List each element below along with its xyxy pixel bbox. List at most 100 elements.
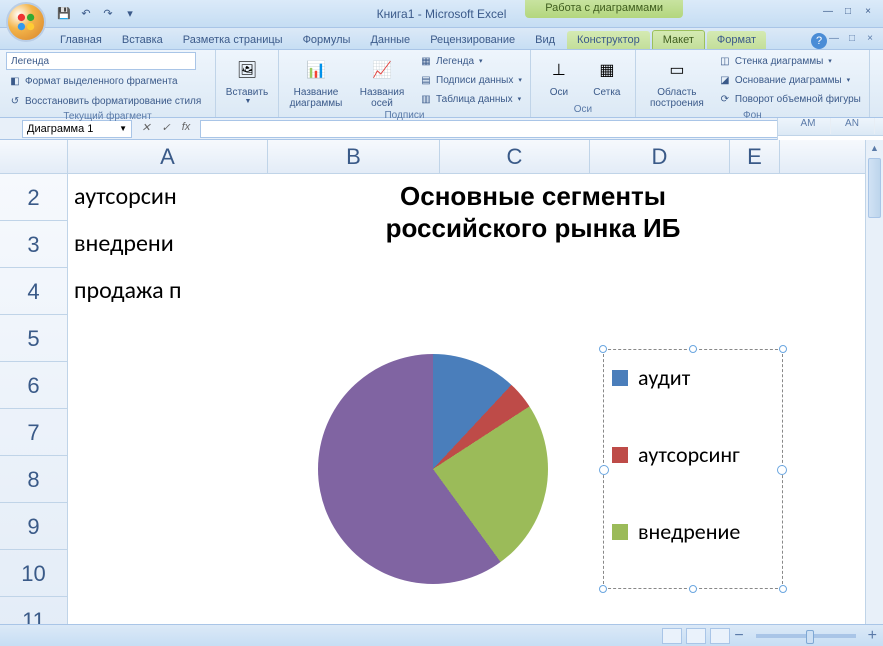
row-header[interactable]: 5 (0, 315, 68, 362)
gridlines-button[interactable]: ▦ Сетка (585, 52, 629, 98)
axes-button[interactable]: ⊥ Оси (537, 52, 581, 98)
plot-area-button[interactable]: ▭ Область построения (642, 52, 712, 109)
tab-formulas[interactable]: Формулы (293, 31, 361, 49)
undo-icon[interactable]: ↶ (78, 6, 94, 22)
ribbon-group-background: ▭ Область построения ◫Стенка диаграммы▾ … (636, 50, 870, 117)
wb-close-icon[interactable]: × (863, 33, 877, 45)
status-bar: − + (0, 624, 883, 646)
row-header[interactable]: 2 (0, 174, 68, 221)
pie-chart (318, 354, 548, 584)
chart-title[interactable]: Основные сегменты российского рынка ИБ (263, 180, 803, 244)
legend-item[interactable]: аутсорсинг (612, 441, 774, 468)
row-header[interactable]: 7 (0, 409, 68, 456)
col-header-a[interactable]: A (68, 140, 268, 173)
wb-restore-icon[interactable]: □ (845, 33, 859, 45)
tab-chart-format[interactable]: Формат (707, 31, 766, 49)
embedded-chart[interactable]: Основные сегменты российского рынка ИБ а… (263, 174, 803, 644)
legend-item[interactable]: внедрение (612, 518, 774, 545)
legend-button[interactable]: ▦Легенда▾ (417, 52, 524, 70)
resize-handle[interactable] (779, 345, 787, 353)
legend-item[interactable]: аудит (612, 364, 774, 391)
column-headers: A B C D E (68, 140, 865, 174)
tab-data[interactable]: Данные (360, 31, 420, 49)
format-selection-icon: ◧ (8, 74, 22, 88)
save-icon[interactable]: 💾 (56, 6, 72, 22)
vertical-scrollbar[interactable]: ▲ ▼ (865, 140, 883, 644)
ribbon-group-axes: ⊥ Оси ▦ Сетка Оси (531, 50, 636, 117)
close-icon[interactable]: × (859, 6, 877, 20)
scroll-up-icon[interactable]: ▲ (866, 140, 883, 156)
axis-titles-button[interactable]: 📈 Названия осей (351, 52, 413, 109)
scroll-thumb[interactable] (868, 158, 881, 218)
redo-icon[interactable]: ↷ (100, 6, 116, 22)
data-table-button[interactable]: ▥Таблица данных▾ (417, 90, 524, 108)
row-header[interactable]: 10 (0, 550, 68, 597)
app-title: Книга1 - Microsoft Excel (377, 7, 507, 21)
rotation-button[interactable]: ⟳Поворот объемной фигуры (716, 90, 863, 108)
cell-a3[interactable]: внедрени (74, 229, 174, 258)
row-header[interactable]: 4 (0, 268, 68, 315)
reset-style-button[interactable]: ↺Восстановить форматирование стиля (6, 92, 203, 110)
tab-home[interactable]: Главная (50, 31, 112, 49)
cell-grid[interactable]: аутсорсин внедрени продажа п Основные се… (68, 174, 865, 644)
select-all-corner[interactable] (0, 140, 68, 174)
help-icon[interactable]: ? (811, 33, 827, 49)
legend-icon: ▦ (419, 54, 433, 68)
chart-legend[interactable]: аудит аутсорсинг внедрение (603, 349, 783, 589)
tab-insert[interactable]: Вставка (112, 31, 173, 49)
data-labels-button[interactable]: ▤Подписи данных▾ (417, 71, 524, 89)
resize-handle[interactable] (779, 585, 787, 593)
cell-a2[interactable]: аутсорсин (74, 182, 177, 211)
zoom-in-icon[interactable]: + (868, 627, 877, 645)
chart-floor-button[interactable]: ◪Основание диаграммы▾ (716, 71, 863, 89)
row-header[interactable]: 9 (0, 503, 68, 550)
page-break-view-button[interactable] (710, 628, 730, 644)
rotation-icon: ⟳ (718, 92, 732, 106)
row-header[interactable]: 8 (0, 456, 68, 503)
qat-dropdown-icon[interactable]: ▾ (122, 6, 138, 22)
col-header-e[interactable]: E (730, 140, 780, 173)
group-label-axes: Оси (537, 103, 629, 117)
group-label-labels: Подписи (285, 109, 524, 123)
data-table-icon: ▥ (419, 92, 433, 106)
tab-chart-design[interactable]: Конструктор (567, 31, 650, 49)
zoom-slider[interactable] (756, 634, 856, 638)
format-selection-button[interactable]: ◧Формат выделенного фрагмента (6, 72, 180, 90)
chart-wall-button[interactable]: ◫Стенка диаграммы▾ (716, 52, 863, 70)
chart-element-selector[interactable] (6, 52, 196, 70)
tab-chart-layout[interactable]: Макет (652, 30, 705, 49)
insert-button[interactable]: 🖼 Вставить ▼ (222, 52, 272, 105)
office-button[interactable] (6, 2, 46, 42)
legend-swatch (612, 370, 628, 386)
resize-handle[interactable] (599, 585, 607, 593)
tab-page-layout[interactable]: Разметка страницы (173, 31, 293, 49)
col-header-b[interactable]: B (268, 140, 440, 173)
col-header-c[interactable]: C (440, 140, 590, 173)
normal-view-button[interactable] (662, 628, 682, 644)
cell-a4[interactable]: продажа п (74, 276, 182, 305)
maximize-icon[interactable]: □ (839, 6, 857, 20)
chart-wall-icon: ◫ (718, 54, 732, 68)
resize-handle[interactable] (689, 585, 697, 593)
resize-handle[interactable] (689, 345, 697, 353)
legend-swatch (612, 447, 628, 463)
minimize-icon[interactable]: — (819, 6, 837, 20)
ribbon-group-insert: 🖼 Вставить ▼ (216, 50, 279, 117)
ribbon-group-selection: ◧Формат выделенного фрагмента ↺Восстанов… (0, 50, 216, 117)
row-header[interactable]: 3 (0, 221, 68, 268)
zoom-out-icon[interactable]: − (734, 627, 743, 645)
col-header-d[interactable]: D (590, 140, 730, 173)
resize-handle[interactable] (599, 345, 607, 353)
tab-review[interactable]: Рецензирование (420, 31, 525, 49)
workbook-window-controls: — □ × (827, 33, 877, 45)
ribbon: ◧Формат выделенного фрагмента ↺Восстанов… (0, 50, 883, 118)
chart-tools-title: Работа с диаграммами (525, 0, 683, 18)
row-header[interactable]: 6 (0, 362, 68, 409)
wb-minimize-icon[interactable]: — (827, 33, 841, 45)
chart-title-button[interactable]: 📊 Название диаграммы (285, 52, 347, 109)
plot-area-icon: ▭ (661, 54, 693, 86)
tab-view[interactable]: Вид (525, 31, 565, 49)
page-layout-view-button[interactable] (686, 628, 706, 644)
window-controls: — □ × (819, 6, 877, 20)
pie-plot-area[interactable] (318, 354, 548, 584)
